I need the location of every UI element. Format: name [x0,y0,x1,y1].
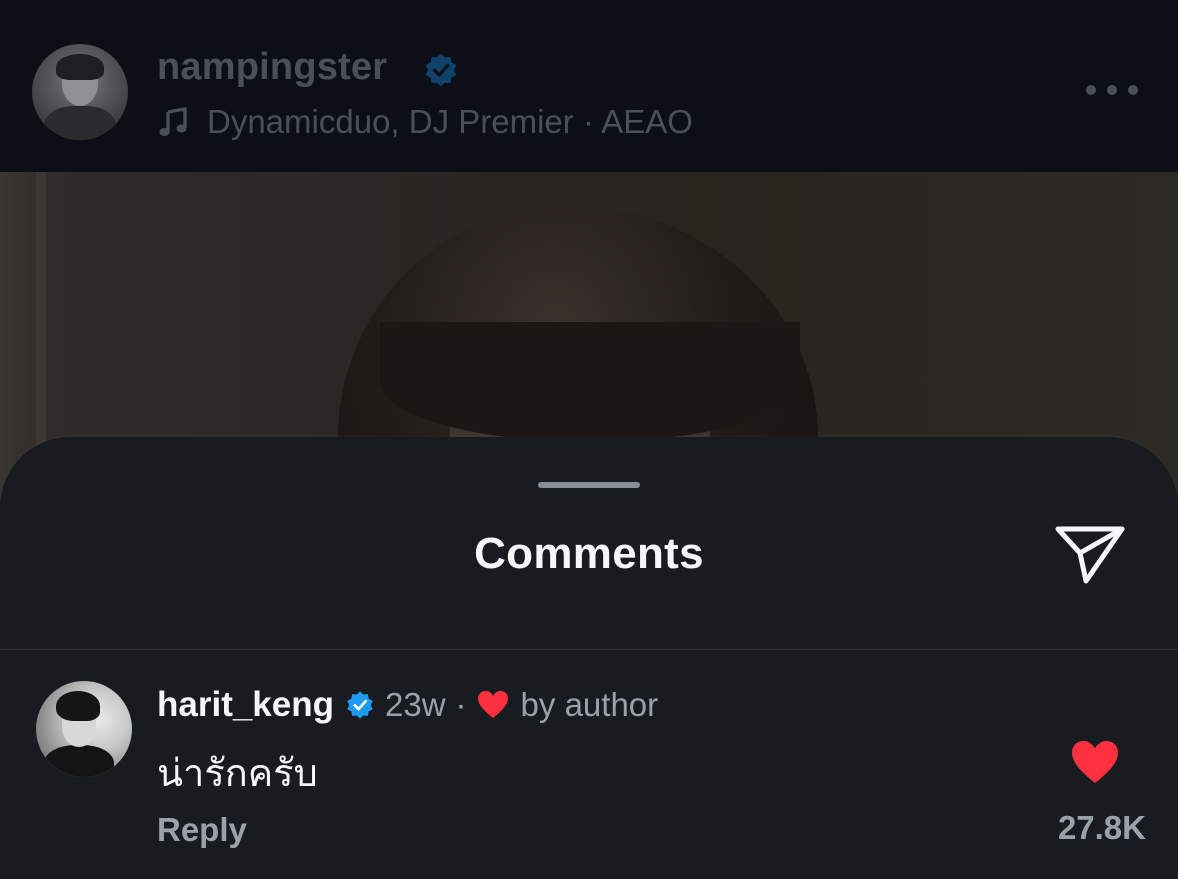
meta-separator: · [455,686,467,723]
music-track-label: Dynamicduo, DJ Premier · AEAO [207,103,693,140]
more-dot [1086,85,1096,95]
like-count: 27.8K [1057,809,1146,846]
post-author-username[interactable]: nampingster [157,46,387,89]
verified-badge-icon [425,53,457,87]
comment-author-username[interactable]: harit_keng [157,685,334,725]
avatar-body [44,745,114,777]
paper-plane-share-icon[interactable] [1052,521,1128,587]
more-options-icon[interactable] [1086,80,1138,100]
liked-by-author-label: by author [520,686,659,723]
sheet-divider [0,649,1178,650]
comment-meta: harit_keng 23w · by author [157,683,658,727]
comments-sheet: Comments harit_keng 23w · by author น่าร… [0,437,1178,879]
avatar-hair [56,54,104,80]
more-dot [1128,85,1138,95]
more-dot [1107,85,1117,95]
avatar-body [44,106,116,140]
comment-text: น่ารักครับ [157,751,318,795]
comment-timestamp: 23w [385,686,446,723]
photo-subject-fringe [380,322,800,442]
verified-badge-icon [347,691,373,719]
post-music-track[interactable]: Dynamicduo, DJ Premier · AEAO [157,102,693,142]
post-header: nampingster Dynamicduo, DJ Premier · AEA… [0,0,1178,172]
sheet-title: Comments [474,529,704,578]
heart-icon[interactable] [1070,739,1120,785]
comment-author-avatar[interactable] [36,681,132,777]
sheet-drag-handle[interactable] [538,482,640,488]
heart-icon [477,691,508,718]
reply-button[interactable]: Reply [157,811,247,849]
screen: nampingster Dynamicduo, DJ Premier · AEA… [0,0,1178,879]
avatar-hair [56,691,100,721]
music-note-icon [159,107,187,136]
post-author-avatar[interactable] [32,44,128,140]
